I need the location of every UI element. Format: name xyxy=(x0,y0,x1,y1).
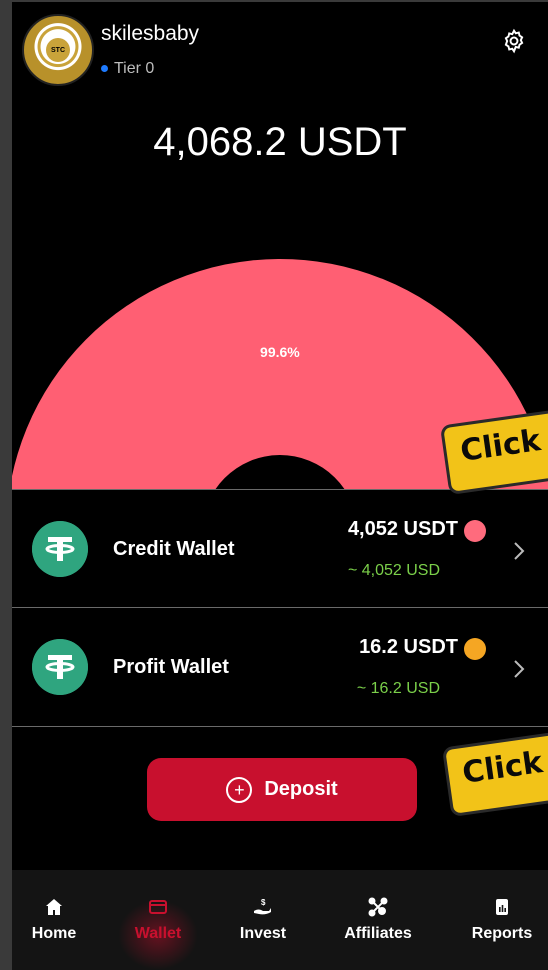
wallet-amount: 16.2 USDT xyxy=(359,636,458,658)
wallet-color-dot xyxy=(464,520,486,542)
wallet-usd-value: ~ 4,052 USD xyxy=(347,562,440,579)
tether-icon xyxy=(32,521,88,577)
nav-label: Invest xyxy=(239,925,287,942)
profit-wallet-row[interactable]: Profit Wallet 16.2 USDT ~ 16.2 USD xyxy=(12,607,548,727)
nav-invest[interactable]: $ Invest xyxy=(218,870,308,970)
svg-text:$: $ xyxy=(261,898,266,907)
nav-wallet[interactable]: Wallet xyxy=(113,870,203,970)
chevron-right-icon[interactable] xyxy=(512,540,526,562)
app-screen: STC skilesbaby Tier 0 4,068.2 USDT 99.6%… xyxy=(12,2,548,970)
donut-percent-label: 99.6% xyxy=(260,344,300,360)
nav-home[interactable]: Home xyxy=(12,870,99,970)
nav-label: Wallet xyxy=(134,925,182,942)
wallet-amount: 4,052 USDT xyxy=(347,518,458,540)
wallet-usd-value: ~ 16.2 USD xyxy=(356,680,440,697)
nav-reports[interactable]: Reports xyxy=(457,870,547,970)
bottom-nav: Home Wallet $ Invest Affiliates Reports xyxy=(12,870,548,970)
nav-affiliates[interactable]: Affiliates xyxy=(333,870,423,970)
nav-label: Affiliates xyxy=(344,925,412,942)
tether-icon xyxy=(32,639,88,695)
username: skilesbaby xyxy=(101,22,200,45)
invest-icon: $ xyxy=(254,898,271,915)
gear-icon[interactable] xyxy=(501,28,527,54)
wallet-color-dot xyxy=(464,638,486,660)
total-balance: 4,068.2 USDT xyxy=(153,120,407,164)
affiliates-icon xyxy=(368,897,388,917)
wallet-icon xyxy=(149,900,167,914)
home-icon xyxy=(46,899,62,915)
deposit-label: Deposit xyxy=(264,778,338,800)
plus-circle-icon: + xyxy=(226,776,253,803)
tier-dot-icon xyxy=(101,65,108,73)
avatar[interactable]: STC xyxy=(22,14,94,86)
tier-label: Tier 0 xyxy=(114,60,155,77)
reports-icon xyxy=(496,899,508,915)
nav-label: Home xyxy=(31,925,77,942)
profile-header: STC skilesbaby Tier 0 xyxy=(12,2,548,102)
credit-wallet-row[interactable]: Credit Wallet 4,052 USDT ~ 4,052 USD xyxy=(12,489,548,608)
click-callout-profit: Click xyxy=(441,724,548,818)
chevron-right-icon[interactable] xyxy=(512,658,526,680)
tier-badge: Tier 0 xyxy=(101,60,154,78)
deposit-button[interactable]: + Deposit xyxy=(147,758,417,821)
avatar-logo-text: STC xyxy=(46,38,70,62)
nav-label: Reports xyxy=(471,925,533,942)
wallet-name: Profit Wallet xyxy=(113,656,229,678)
wallet-name: Credit Wallet xyxy=(113,538,235,560)
